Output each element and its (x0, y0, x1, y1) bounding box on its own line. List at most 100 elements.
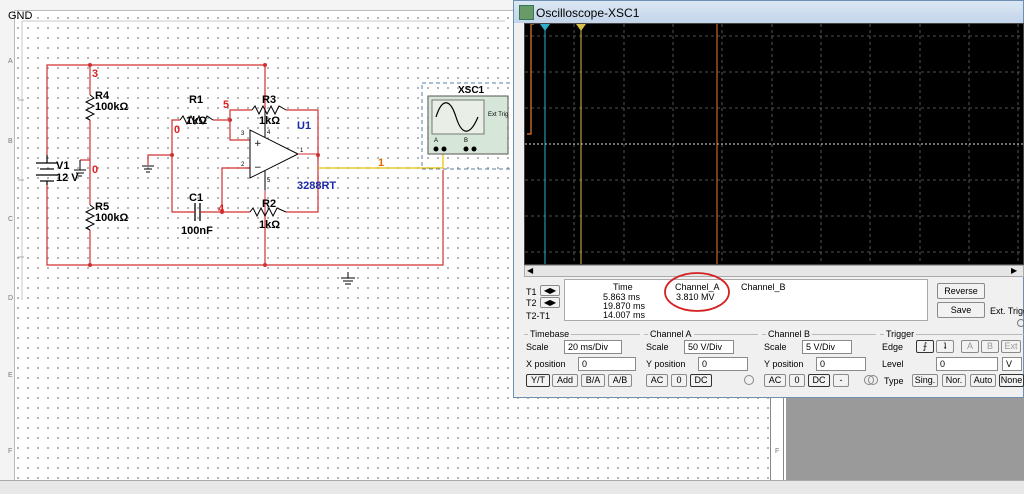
node-0-left: 0 (174, 124, 181, 136)
row-letter-e: E (8, 372, 13, 379)
channel-b-ypos-input[interactable]: 0 (816, 357, 866, 371)
row-letter-f: F (8, 448, 13, 455)
timebase-xpos-input[interactable]: 0 (578, 357, 636, 371)
channel-b-zero-button[interactable]: 0 (789, 374, 805, 387)
channel-b-header: Channel_B (741, 282, 786, 292)
trigger-level-label: Level (882, 359, 904, 369)
r1-name: R1 (189, 94, 204, 106)
trigger-type-auto[interactable]: Auto (970, 374, 996, 387)
xsc1-ext-trig: Ext Trig (488, 112, 509, 118)
node-4: 4 (218, 203, 225, 215)
readout-panel: Time 5.863 ms 19.870 ms 14.007 ms Channe… (564, 272, 928, 321)
trigger-level-unit[interactable]: V (1002, 357, 1022, 371)
channel-a-group-header: Channel A (648, 329, 694, 339)
sheet-right-border (770, 398, 784, 480)
c1-value: 100nF (181, 225, 213, 237)
bottom-scrollbar[interactable] (0, 480, 1024, 494)
r1-value: 1kΩ (186, 115, 208, 127)
v1-value: 12 V (56, 172, 79, 184)
r3-value: 1kΩ (259, 115, 281, 127)
trigger-source-a[interactable]: A (961, 340, 979, 353)
annotation-circle (664, 272, 730, 312)
v1-name: V1 (56, 160, 70, 172)
scope-horizontal-scrollbar[interactable]: ◀ ▶ (524, 265, 1024, 277)
scroll-right-icon[interactable]: ▶ (1011, 266, 1017, 275)
trigger-edge-label: Edge (882, 342, 904, 352)
trigger-type-single[interactable]: Sing. (912, 374, 938, 387)
r3-name: R3 (262, 94, 277, 106)
node-3: 3 (92, 68, 99, 80)
node-1: 1 (378, 157, 385, 169)
timebase-scale-input[interactable]: 20 ms/Div (564, 340, 622, 354)
channel-a-zero-button[interactable]: 0 (671, 374, 687, 387)
scope-display[interactable] (524, 23, 1024, 265)
r4-value: 100kΩ (95, 101, 129, 113)
r2-name: R2 (262, 198, 277, 210)
channel-a-ypos-label: Y position (646, 359, 686, 369)
channel-b-scale-label: Scale (764, 342, 787, 352)
channel-a-ypos-input[interactable]: 0 (698, 357, 748, 371)
reverse-button[interactable]: Reverse (937, 283, 985, 299)
rising-edge-icon[interactable]: ⨍ (916, 340, 934, 353)
circuit-diagram: + − (18, 20, 515, 300)
timebase-scale-label: Scale (526, 342, 549, 352)
timebase-header: Timebase (528, 329, 572, 339)
u1-part: 3288RT (297, 180, 337, 192)
timebase-xpos-label: X position (526, 359, 566, 369)
opamp-pin-3: 3 (241, 131, 245, 137)
trigger-type-normal[interactable]: Nor. (942, 374, 966, 387)
oscilloscope-app-icon (519, 5, 534, 20)
u1-name: U1 (297, 120, 312, 132)
xsc1-pin-b: B (464, 138, 469, 144)
t2-label: T2 (526, 298, 537, 308)
scroll-left-icon[interactable]: ◀ (527, 266, 533, 275)
xsc1-pin-a: A (434, 138, 439, 144)
trigger-level-input[interactable]: 0 (936, 357, 998, 371)
node-5: 5 (223, 99, 230, 111)
trigger-type-icon (868, 375, 878, 385)
oscilloscope-titlebar[interactable]: Oscilloscope-XSC1 (514, 1, 1023, 23)
row-letter-f-right: F (775, 448, 780, 455)
capacitor-c1 (188, 203, 205, 221)
opamp-pin-4: 4 (267, 130, 271, 136)
channel-b-ac-button[interactable]: AC (764, 374, 786, 387)
trigger-source-ext[interactable]: Ext (1001, 340, 1021, 353)
opamp-pin-5: 5 (267, 178, 271, 184)
t2t1-label: T2-T1 (526, 311, 551, 321)
time-header: Time (613, 282, 633, 292)
channel-b-group-header: Channel B (766, 329, 813, 339)
node-0-mid: 0 (92, 164, 99, 176)
xsc1-name: XSC1 (458, 85, 485, 96)
mode-ba-button[interactable]: B/A (581, 374, 605, 387)
channel-a-ac-button[interactable]: AC (646, 374, 668, 387)
t1-arrows-button[interactable]: ◀▶ (540, 285, 560, 296)
channel-a-color-icon[interactable] (744, 375, 754, 385)
svg-text:−: − (254, 163, 262, 173)
r2-value: 1kΩ (259, 219, 281, 231)
channel-b-minus-button[interactable]: - (833, 374, 849, 387)
trigger-type-none[interactable]: None (999, 374, 1024, 387)
mode-ab-button[interactable]: A/B (608, 374, 632, 387)
ext-trigger-terminal[interactable] (1017, 319, 1024, 327)
save-button[interactable]: Save (937, 302, 985, 318)
falling-edge-icon[interactable]: ʇ (936, 340, 954, 353)
channel-b-scale-input[interactable]: 5 V/Div (802, 340, 852, 354)
trigger-type-label: Type (884, 376, 904, 386)
channel-b-dc-button[interactable]: DC (808, 374, 830, 387)
t2-arrows-button[interactable]: ◀▶ (540, 297, 560, 308)
channel-a-trace (527, 24, 534, 135)
mode-yt-button[interactable]: Y/T (526, 374, 550, 387)
oscilloscope-window[interactable]: Oscilloscope-XSC1 ◀ ▶ T1 T2 T2-T1 ◀▶ ◀▶ … (513, 0, 1024, 398)
r5-value: 100kΩ (95, 212, 129, 224)
mode-add-button[interactable]: Add (552, 374, 578, 387)
channel-a-scale-label: Scale (646, 342, 669, 352)
right-panel (786, 398, 1024, 480)
channel-a-scale-input[interactable]: 50 V/Div (684, 340, 734, 354)
trigger-header: Trigger (884, 329, 917, 339)
opamp-pin-2: 2 (241, 162, 245, 168)
t2t1-time: 14.007 ms (603, 310, 646, 320)
channel-a-dc-button[interactable]: DC (690, 374, 712, 387)
battery-v1 (36, 155, 58, 185)
channel-b-ypos-label: Y position (764, 359, 804, 369)
trigger-source-b[interactable]: B (981, 340, 999, 353)
